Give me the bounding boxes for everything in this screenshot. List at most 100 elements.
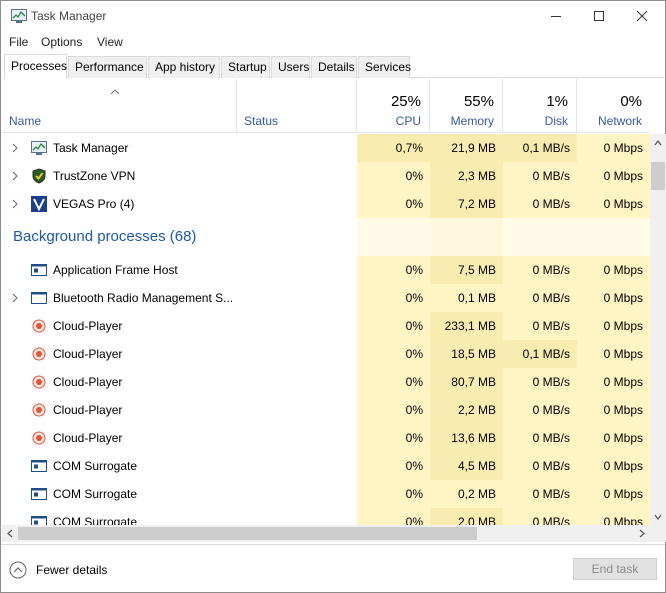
process-name: COM Surrogate: [53, 487, 138, 501]
chevron-right-icon[interactable]: [11, 171, 19, 181]
sort-up-icon: [110, 89, 120, 95]
tab-startup[interactable]: Startup: [221, 56, 270, 78]
column-status[interactable]: Status: [237, 79, 357, 133]
minimize-button[interactable]: [533, 1, 579, 31]
process-name: TrustZone VPN: [53, 169, 136, 183]
memory-value: 18,5 MB: [430, 340, 503, 368]
network-value: 0 Mbps: [577, 396, 650, 424]
column-network[interactable]: 0% Network: [577, 79, 650, 133]
column-memory[interactable]: 55% Memory: [430, 79, 503, 133]
window-icon: [31, 460, 47, 472]
table-row[interactable]: VEGAS Pro (4) 0% 7,2 MB 0 MB/s 0 Mbps: [2, 190, 650, 218]
process-name: Cloud-Player: [53, 403, 123, 417]
network-value: 0 Mbps: [577, 284, 650, 312]
vertical-scrollbar[interactable]: [650, 134, 666, 525]
group-header-background[interactable]: Background processes (68): [2, 218, 650, 256]
end-task-button[interactable]: End task: [573, 558, 657, 580]
cpu-value: 0%: [357, 312, 430, 340]
process-name: Cloud-Player: [53, 375, 123, 389]
chevron-right-icon[interactable]: [11, 293, 19, 303]
cloud-player-icon: [32, 403, 46, 417]
cpu-value: 0%: [357, 396, 430, 424]
tab-users[interactable]: Users: [271, 56, 310, 78]
tab-processes[interactable]: Processes: [4, 54, 67, 79]
network-total-percent: 0%: [620, 93, 642, 110]
disk-value: 0 MB/s: [503, 162, 577, 190]
table-row[interactable]: COM Surrogate 0% 0,2 MB 0 MB/s 0 Mbps: [2, 480, 650, 508]
tab-app-history[interactable]: App history: [148, 56, 220, 78]
table-row[interactable]: Cloud-Player 0% 13,6 MB 0 MB/s 0 Mbps: [2, 424, 650, 452]
tab-performance[interactable]: Performance: [68, 56, 147, 78]
scroll-down-icon[interactable]: [654, 514, 662, 520]
chevron-right-icon[interactable]: [11, 143, 19, 153]
menu-options[interactable]: Options: [41, 35, 82, 49]
disk-value: 0,1 MB/s: [503, 134, 577, 162]
tab-details[interactable]: Details: [311, 56, 357, 78]
process-name: Application Frame Host: [53, 263, 178, 277]
cpu-value: 0%: [357, 424, 430, 452]
vegas-pro-icon: [31, 196, 47, 212]
memory-value: 2,3 MB: [430, 162, 503, 190]
tab-services[interactable]: Services: [358, 56, 411, 78]
group-fill-disk: [503, 218, 577, 256]
disk-value: 0 MB/s: [503, 452, 577, 480]
column-network-label: Network: [597, 114, 642, 128]
scroll-left-icon[interactable]: [7, 529, 13, 538]
memory-total-percent: 55%: [463, 93, 494, 110]
cloud-player-icon: [32, 319, 46, 333]
group-fill-memory: [430, 218, 503, 256]
network-value: 0 Mbps: [577, 134, 650, 162]
window-icon: [31, 488, 47, 500]
close-button[interactable]: [619, 1, 665, 31]
network-value: 0 Mbps: [577, 312, 650, 340]
column-cpu-label: CPU: [395, 114, 421, 128]
network-value: 0 Mbps: [577, 256, 650, 284]
table-row[interactable]: COM Surrogate 0% 4,5 MB 0 MB/s 0 Mbps: [2, 452, 650, 480]
maximize-icon: [594, 11, 604, 21]
window-outline-icon: [31, 292, 47, 304]
network-value: 0 Mbps: [577, 480, 650, 508]
close-icon: [636, 10, 648, 22]
title-bar[interactable]: Task Manager: [1, 1, 665, 31]
disk-value: 0 MB/s: [503, 312, 577, 340]
column-name[interactable]: Name: [2, 79, 237, 133]
horizontal-scrollbar[interactable]: [2, 525, 650, 542]
table-row[interactable]: Cloud-Player 0% 80,7 MB 0 MB/s 0 Mbps: [2, 368, 650, 396]
window-title: Task Manager: [31, 9, 107, 23]
menu-bar: File Options View: [1, 32, 665, 52]
menu-file[interactable]: File: [9, 35, 28, 49]
process-grid: Name Status 25% CPU 55% Memory 1% Disk 0…: [2, 79, 666, 544]
table-row[interactable]: Cloud-Player 0% 233,1 MB 0 MB/s 0 Mbps: [2, 312, 650, 340]
menu-view[interactable]: View: [97, 35, 123, 49]
memory-value: 4,5 MB: [430, 452, 503, 480]
memory-value: 0,1 MB: [430, 284, 503, 312]
table-row[interactable]: Application Frame Host 0% 7,5 MB 0 MB/s …: [2, 256, 650, 284]
chevron-right-icon[interactable]: [11, 199, 19, 209]
table-row[interactable]: Bluetooth Radio Management S... 0% 0,1 M…: [2, 284, 650, 312]
process-name: COM Surrogate: [53, 459, 138, 473]
column-cpu[interactable]: 25% CPU: [357, 79, 430, 133]
vertical-scroll-thumb[interactable]: [651, 162, 665, 190]
process-name: Cloud-Player: [53, 431, 123, 445]
memory-value: 2,2 MB: [430, 396, 503, 424]
group-label: Background processes (68): [13, 228, 197, 245]
horizontal-scroll-thumb[interactable]: [18, 527, 477, 540]
task-manager-icon: [11, 9, 27, 23]
chevron-up-circle-icon: [9, 561, 27, 579]
column-memory-label: Memory: [450, 114, 494, 128]
disk-value: 0 MB/s: [503, 256, 577, 284]
scroll-right-icon[interactable]: [639, 529, 645, 538]
table-row[interactable]: Cloud-Player 0% 2,2 MB 0 MB/s 0 Mbps: [2, 396, 650, 424]
scroll-up-icon[interactable]: [654, 140, 662, 146]
memory-value: 0,2 MB: [430, 480, 503, 508]
table-row[interactable]: Task Manager 0,7% 21,9 MB 0,1 MB/s 0 Mbp…: [2, 134, 650, 162]
cpu-total-percent: 25%: [390, 93, 421, 110]
cloud-player-icon: [32, 375, 46, 389]
network-value: 0 Mbps: [577, 162, 650, 190]
maximize-button[interactable]: [576, 1, 622, 31]
table-row[interactable]: TrustZone VPN 0% 2,3 MB 0 MB/s 0 Mbps: [2, 162, 650, 190]
column-disk[interactable]: 1% Disk: [503, 79, 577, 133]
table-row[interactable]: Cloud-Player 0% 18,5 MB 0,1 MB/s 0 Mbps: [2, 340, 650, 368]
cpu-value: 0%: [357, 340, 430, 368]
footer-bar: Fewer details End task: [1, 544, 665, 592]
